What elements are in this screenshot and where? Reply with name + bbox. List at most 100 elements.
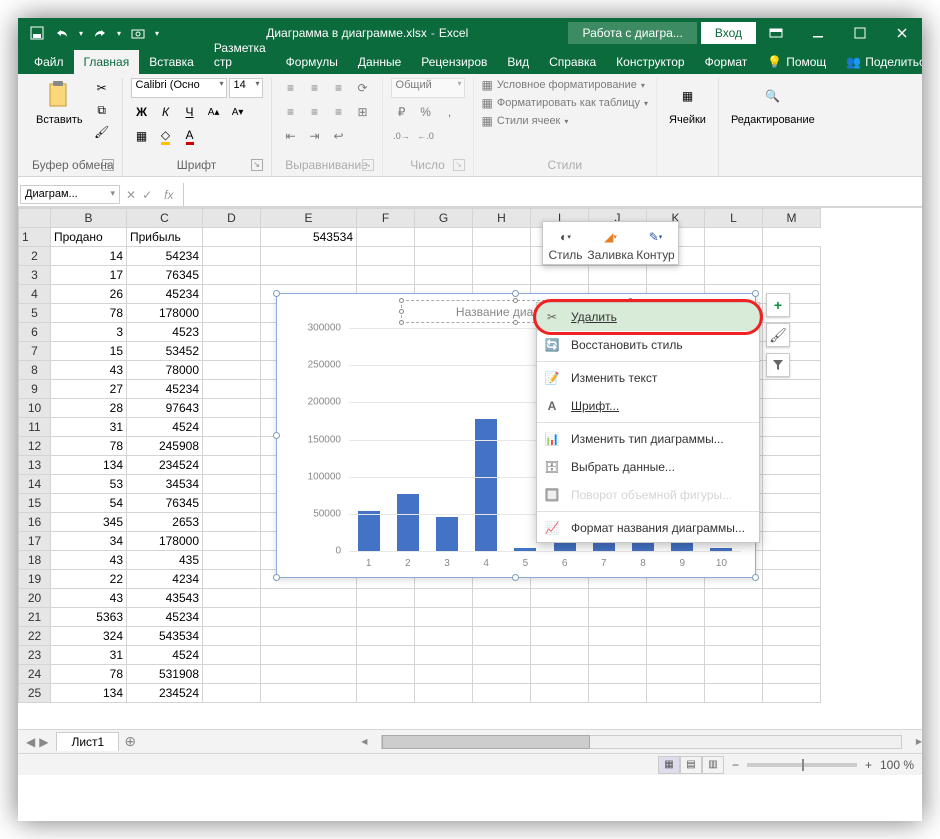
select-all[interactable] [19, 209, 51, 228]
row-header[interactable]: 3 [19, 266, 51, 285]
col-header[interactable]: G [415, 209, 473, 228]
col-header[interactable]: B [51, 209, 127, 228]
row-header[interactable]: 1 [19, 228, 51, 247]
col-header[interactable]: H [473, 209, 531, 228]
launcher-icon[interactable]: ↘ [251, 159, 263, 171]
pagebreak-icon[interactable]: ▥ [702, 756, 724, 774]
zoom-in-button[interactable]: + [865, 758, 872, 772]
zoom-out-button[interactable]: − [732, 758, 739, 772]
sheet-prev-icon[interactable]: ◀ [26, 735, 35, 749]
mini-outline[interactable]: ✎▾Контур [633, 222, 678, 264]
row-header[interactable]: 23 [19, 646, 51, 665]
tab-home[interactable]: Главная [74, 50, 140, 74]
undo-icon[interactable] [51, 22, 73, 44]
row-header[interactable]: 21 [19, 608, 51, 627]
row-header[interactable]: 13 [19, 456, 51, 475]
dd-icon[interactable]: ▾ [76, 22, 86, 44]
row-header[interactable]: 6 [19, 323, 51, 342]
border-icon[interactable]: ▦ [131, 126, 153, 146]
tab-help[interactable]: Справка [539, 50, 606, 74]
redo-icon[interactable] [89, 22, 111, 44]
fontsize-combo[interactable]: 14 [229, 78, 263, 98]
tab-file[interactable]: Файл [24, 50, 74, 74]
login-button[interactable]: Вход [701, 22, 756, 44]
tell-me[interactable]: 💡 Помощ [757, 50, 836, 74]
tab-format[interactable]: Формат [695, 50, 758, 74]
fx-icon[interactable]: fx [158, 186, 179, 204]
sheet-next-icon[interactable]: ▶ [39, 735, 48, 749]
ribbon-opts-icon[interactable] [756, 18, 796, 48]
tab-view[interactable]: Вид [497, 50, 539, 74]
page-layout-icon[interactable]: ▤ [680, 756, 702, 774]
cancel-icon[interactable]: ✕ [126, 188, 136, 202]
font-color-icon[interactable]: A [179, 126, 201, 146]
row-header[interactable]: 8 [19, 361, 51, 380]
chart-bar[interactable] [397, 494, 419, 551]
row-header[interactable]: 17 [19, 532, 51, 551]
shrink-font-icon[interactable]: A▾ [227, 102, 249, 122]
bold-button[interactable]: Ж [131, 102, 153, 122]
tab-design[interactable]: Конструктор [606, 50, 694, 74]
row-header[interactable]: 7 [19, 342, 51, 361]
grow-font-icon[interactable]: A▴ [203, 102, 225, 122]
row-header[interactable]: 19 [19, 570, 51, 589]
minimize-icon[interactable] [798, 18, 838, 48]
row-header[interactable]: 11 [19, 418, 51, 437]
italic-button[interactable]: К [155, 102, 177, 122]
paste-button[interactable]: Вставить [32, 78, 87, 128]
chart-bar[interactable] [436, 517, 458, 551]
tab-layout[interactable]: Разметка стр [204, 36, 276, 74]
tab-data[interactable]: Данные [348, 50, 411, 74]
ctx-font[interactable]: AШрифт... [537, 392, 759, 420]
launcher-icon[interactable]: ↘ [102, 159, 114, 171]
tab-formulas[interactable]: Формулы [276, 50, 348, 74]
row-header[interactable]: 18 [19, 551, 51, 570]
dd-icon[interactable]: ▾ [114, 22, 124, 44]
sheet-tab[interactable]: Лист1 [56, 732, 119, 751]
camera-icon[interactable] [127, 22, 149, 44]
zoom-slider[interactable] [747, 763, 857, 767]
save-icon[interactable] [26, 22, 48, 44]
painter-icon[interactable]: 🖌 [91, 122, 113, 142]
share-button[interactable]: 👥 Поделиться [836, 50, 922, 74]
chart-elements-button[interactable]: + [766, 293, 790, 317]
row-header[interactable]: 20 [19, 589, 51, 608]
add-sheet-button[interactable]: ⊕ [119, 733, 141, 750]
chart-styles-button[interactable]: 🖌 [766, 323, 790, 347]
col-header[interactable]: D [203, 209, 261, 228]
col-header[interactable]: M [763, 209, 821, 228]
copy-icon[interactable]: ⧉ [91, 100, 113, 120]
ctx-reset[interactable]: 🔄Восстановить стиль [537, 331, 759, 359]
number-format-combo[interactable]: Общий [391, 78, 465, 98]
col-header[interactable]: E [261, 209, 357, 228]
row-header[interactable]: 22 [19, 627, 51, 646]
underline-button[interactable]: Ч [179, 102, 201, 122]
row-header[interactable]: 5 [19, 304, 51, 323]
chart-filter-button[interactable] [766, 353, 790, 377]
row-header[interactable]: 14 [19, 475, 51, 494]
row-header[interactable]: 24 [19, 665, 51, 684]
ctx-delete[interactable]: ✂Удалить [537, 303, 759, 331]
row-header[interactable]: 4 [19, 285, 51, 304]
qat-more-icon[interactable]: ▾ [152, 22, 162, 44]
tab-review[interactable]: Рецензиров [411, 50, 497, 74]
ctx-format-title[interactable]: 📈Формат названия диаграммы... [537, 514, 759, 542]
fill-color-icon[interactable]: ◇ [155, 126, 177, 146]
row-header[interactable]: 9 [19, 380, 51, 399]
close-icon[interactable] [882, 18, 922, 48]
cells-button[interactable]: ▦Ячейки [665, 78, 710, 128]
mini-fill[interactable]: ◢▾Заливка [588, 222, 633, 264]
font-combo[interactable]: Calibri (Осно [131, 78, 227, 98]
normal-view-icon[interactable]: ▦ [658, 756, 680, 774]
name-box[interactable]: Диаграм... [20, 185, 120, 204]
ctx-changetype[interactable]: 📊Изменить тип диаграммы... [537, 425, 759, 453]
formula-input[interactable] [184, 183, 922, 206]
ctx-selectdata[interactable]: 🗄Выбрать данные... [537, 453, 759, 481]
col-header[interactable]: C [127, 209, 203, 228]
chart-tools-tab[interactable]: Работа с диагра... [568, 22, 696, 44]
editing-button[interactable]: 🔍Редактирование [727, 78, 819, 128]
tab-insert[interactable]: Вставка [139, 50, 204, 74]
zoom-label[interactable]: 100 % [880, 758, 914, 772]
mini-style[interactable]: ◐▾Стиль [543, 222, 588, 264]
row-header[interactable]: 12 [19, 437, 51, 456]
